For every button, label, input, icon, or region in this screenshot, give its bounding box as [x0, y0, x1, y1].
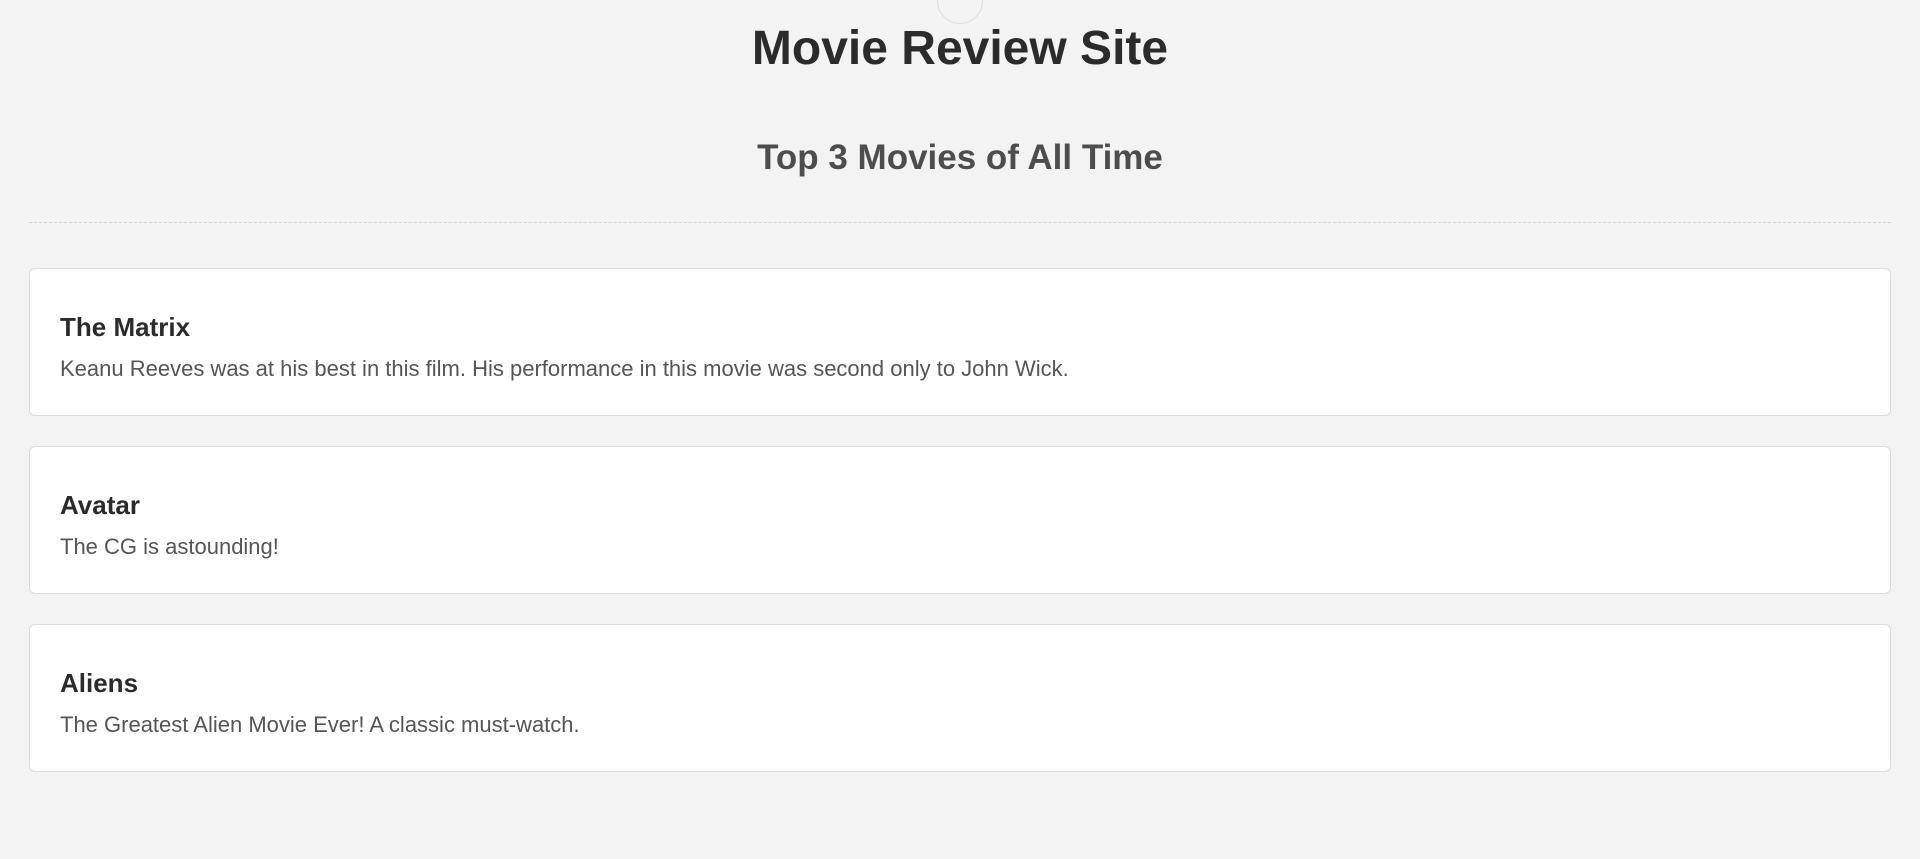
movie-title: Aliens [60, 668, 139, 698]
section-divider [29, 222, 1891, 223]
movie-card: Avatar The CG is astounding! [29, 446, 1891, 594]
section-title: Top 3 Movies of All Time [757, 138, 1163, 177]
movie-title: The Matrix [60, 312, 191, 342]
movie-card: Aliens The Greatest Alien Movie Ever! A … [29, 624, 1891, 772]
movie-review: The CG is astounding! [60, 534, 279, 559]
movie-card: The Matrix Keanu Reeves was at his best … [29, 268, 1891, 416]
movie-title: Avatar [60, 490, 140, 520]
movie-review: Keanu Reeves was at his best in this fil… [60, 356, 1069, 381]
page: Movie Review Site Top 3 Movies of All Ti… [0, 0, 1920, 859]
site-title: Movie Review Site [751, 22, 1169, 75]
movie-review: The Greatest Alien Movie Ever! A classic… [60, 712, 580, 737]
